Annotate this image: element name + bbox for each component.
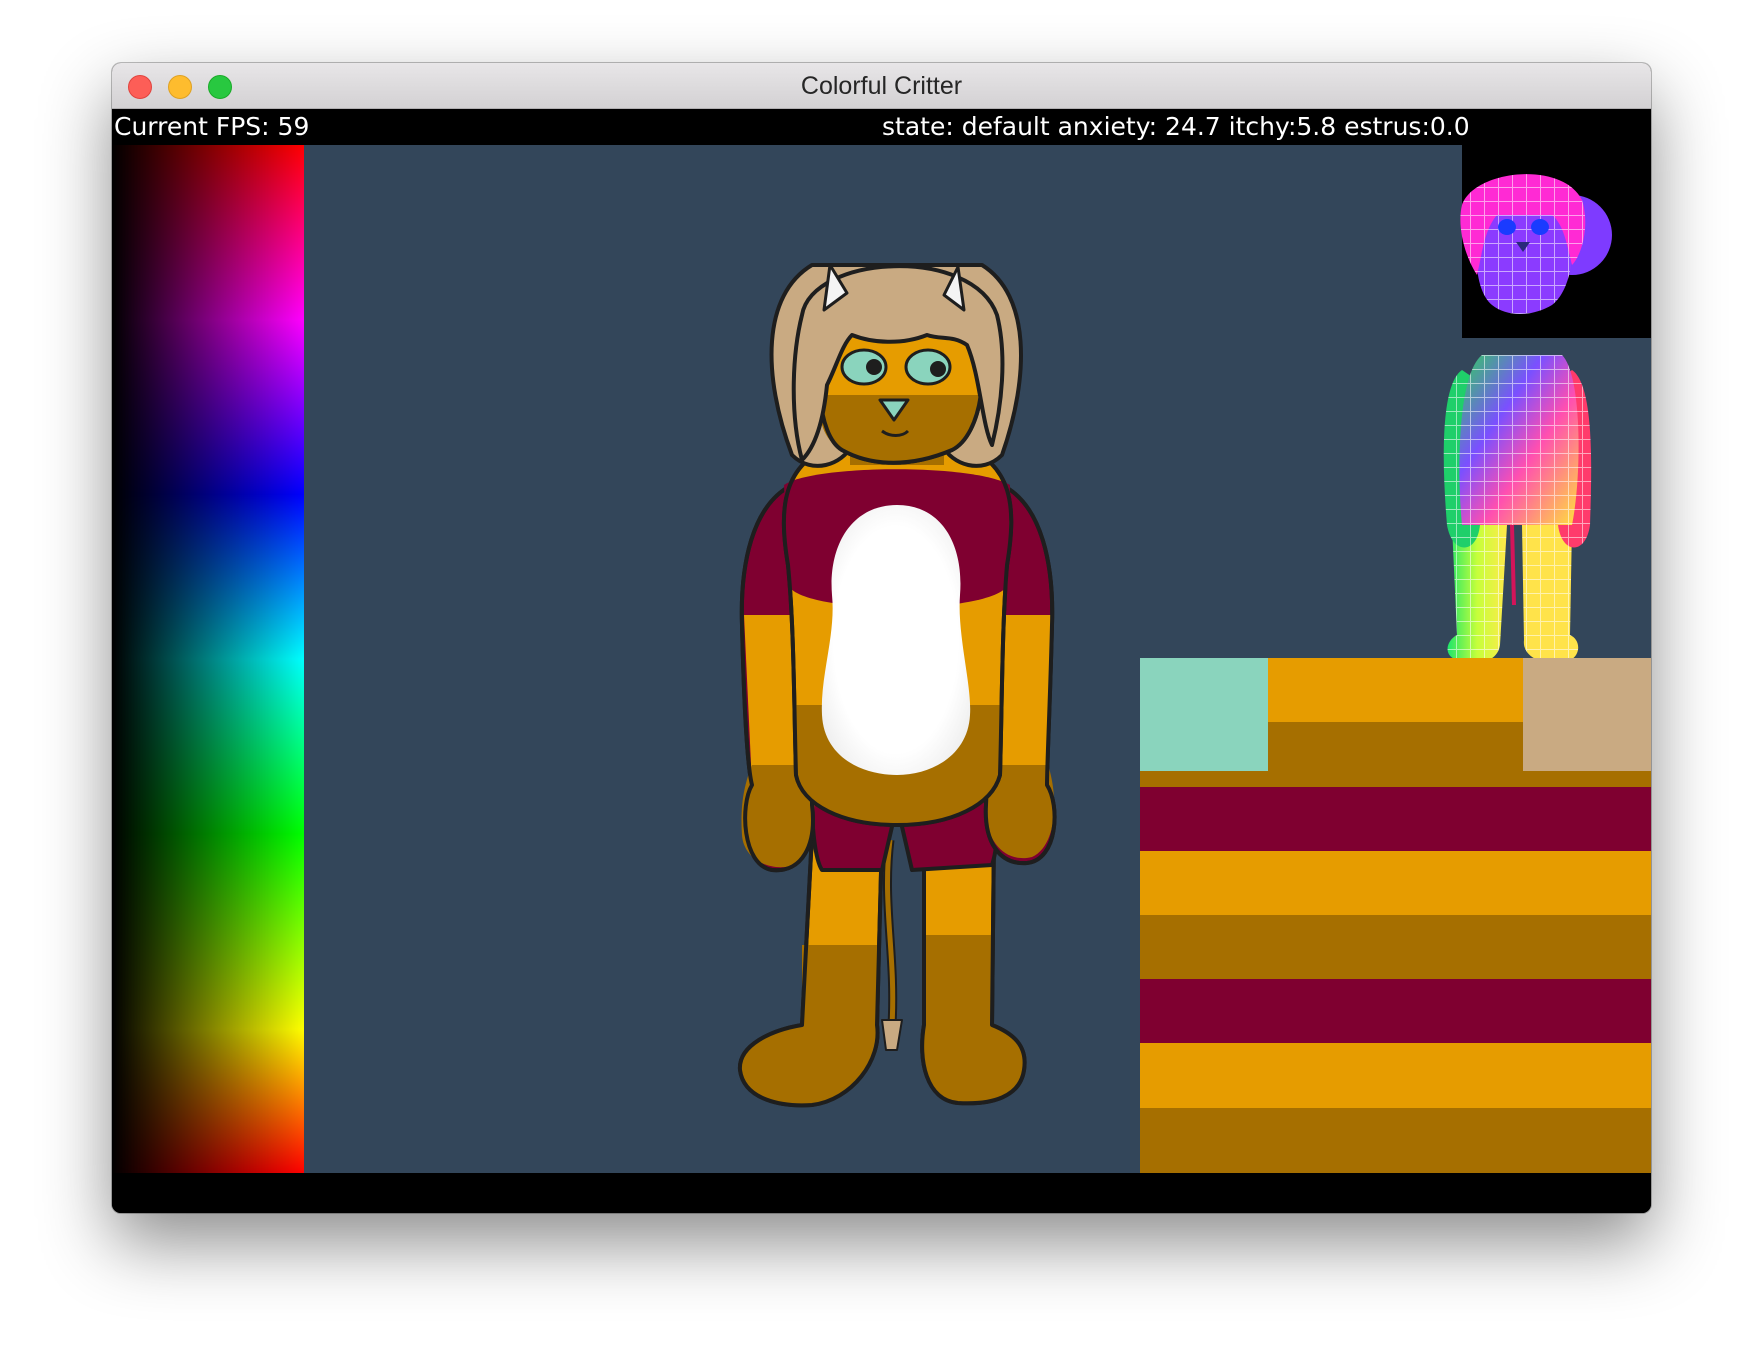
stripe-row-1 <box>1140 771 1651 787</box>
texture-stripe-atlas <box>1140 658 1651 1173</box>
play-area[interactable] <box>112 145 1651 1173</box>
stripe-row-5 <box>1140 979 1651 1043</box>
swatch-eyes <box>1140 658 1268 771</box>
stripe-row-3 <box>1140 851 1651 915</box>
game-viewport[interactable]: Current FPS: 59 state: default anxiety: … <box>112 109 1651 1213</box>
stripe-row-7 <box>1140 1108 1651 1173</box>
swatch-head-orange <box>1268 658 1523 722</box>
bottom-letterbox <box>112 1173 1651 1213</box>
stripe-row-4 <box>1140 915 1651 979</box>
critter-character[interactable] <box>737 263 1057 1108</box>
title-bar[interactable]: Colorful Critter <box>112 63 1651 109</box>
fps-counter: Current FPS: 59 <box>114 112 310 141</box>
window-title: Colorful Critter <box>800 72 963 100</box>
swatch-head-brown <box>1268 722 1523 771</box>
uv-debug-critter-preview <box>1443 174 1612 664</box>
critter-state-readout: state: default anxiety: 24.7 itchy:5.8 e… <box>882 112 1470 141</box>
stripe-row-6 <box>1140 1043 1651 1108</box>
app-window: Colorful Critter Current FPS: 59 state: … <box>112 63 1651 1213</box>
swatch-hair <box>1523 658 1651 771</box>
stripe-row-2 <box>1140 787 1651 851</box>
